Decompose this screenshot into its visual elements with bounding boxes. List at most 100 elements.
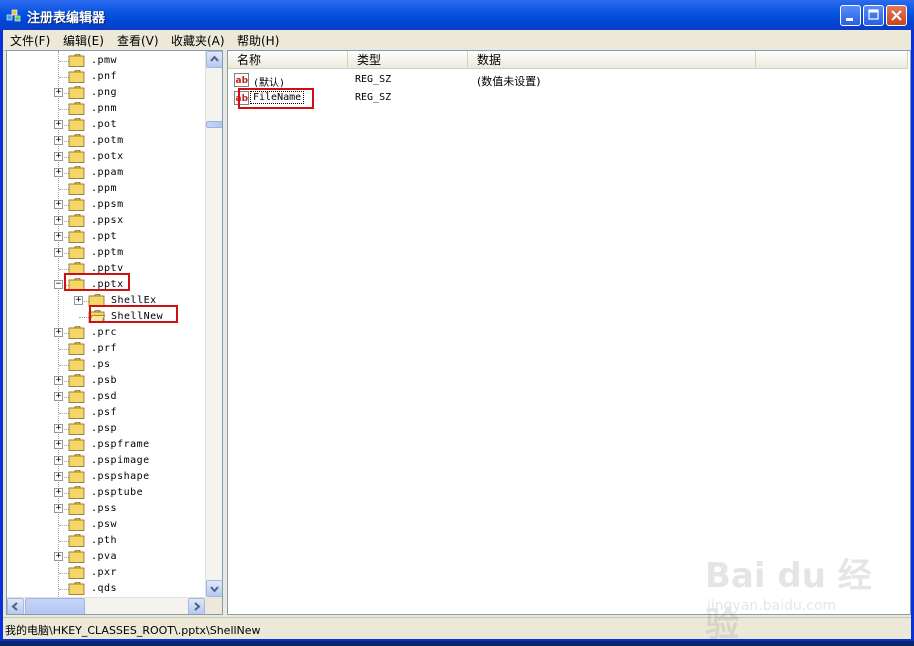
expand-toggle[interactable]: + (54, 472, 63, 481)
folder-icon (68, 150, 85, 163)
expand-toggle[interactable]: + (54, 376, 63, 385)
menu-file[interactable]: 文件(F) (10, 32, 50, 49)
expand-toggle[interactable]: + (54, 488, 63, 497)
tree-key[interactable]: .pnf (7, 69, 205, 85)
expand-toggle[interactable]: + (54, 136, 63, 145)
expand-toggle[interactable]: + (54, 88, 63, 97)
watermark-brand: Bai du 经验 (705, 556, 872, 645)
expand-toggle[interactable]: + (54, 200, 63, 209)
scroll-down-button[interactable] (206, 580, 222, 597)
tree-key[interactable]: + .pspimage (7, 453, 205, 469)
tree-key[interactable]: − .pptx (7, 273, 205, 293)
minimize-button[interactable] (840, 5, 861, 26)
expand-toggle[interactable]: + (54, 232, 63, 241)
expand-toggle[interactable]: + (54, 392, 63, 401)
expand-toggle[interactable]: + (54, 440, 63, 449)
expand-toggle[interactable]: + (54, 328, 63, 337)
tree-key[interactable]: .ps (7, 357, 205, 373)
expand-toggle[interactable]: + (54, 152, 63, 161)
tree-key[interactable]: + .ppam (7, 165, 205, 181)
tree-key[interactable]: + .pss (7, 501, 205, 517)
value-data: (数值未设置) (477, 75, 541, 88)
tree-key[interactable]: + .png (7, 85, 205, 101)
tree-subkey[interactable]: ShellNew (7, 305, 205, 325)
folder-icon (68, 550, 85, 563)
tree-key[interactable]: .psw (7, 517, 205, 533)
scroll-right-button[interactable] (188, 598, 205, 614)
tree-key-label: .pspshape (91, 471, 150, 482)
vertical-scroll-thumb[interactable] (206, 121, 222, 128)
folder-icon (68, 390, 85, 403)
tree-key[interactable]: + .psd (7, 389, 205, 405)
tree-key[interactable]: + .ppt (7, 229, 205, 245)
tree-key[interactable]: + .prc (7, 325, 205, 341)
value-row-filename[interactable]: ab FileName REG_SZ (228, 89, 908, 107)
collapse-toggle[interactable]: − (54, 280, 63, 289)
tree-key[interactable]: + .potx (7, 149, 205, 165)
menu-favorites[interactable]: 收藏夹(A) (171, 32, 225, 49)
tree-key[interactable]: .prf (7, 341, 205, 357)
tree-key[interactable]: + .ppsx (7, 213, 205, 229)
tree-vertical-scrollbar[interactable] (205, 51, 222, 597)
menu-bar: 文件(F) 编辑(E) 查看(V) 收藏夹(A) 帮助(H) (3, 30, 911, 51)
tree-key-label: .pth (91, 535, 118, 546)
tree-key[interactable]: + .ppsm (7, 197, 205, 213)
expand-toggle[interactable]: + (74, 296, 83, 305)
tree-key-label: .pmw (91, 55, 118, 66)
expand-toggle[interactable]: + (54, 456, 63, 465)
tree-key-label: .pva (91, 551, 118, 562)
folder-icon (68, 86, 85, 99)
expand-toggle[interactable]: + (54, 424, 63, 433)
value-row-default[interactable]: ab (默认) REG_SZ (数值未设置) (228, 71, 908, 89)
column-header-type[interactable]: 类型 (348, 51, 468, 69)
tree-key-label: .psw (91, 519, 118, 530)
tree-key[interactable]: .pxr (7, 565, 205, 581)
expand-toggle[interactable]: + (54, 504, 63, 513)
tree-key[interactable]: .pmw (7, 53, 205, 69)
menu-help[interactable]: 帮助(H) (237, 32, 279, 49)
tree-key[interactable]: + .pptm (7, 245, 205, 261)
folder-icon (68, 182, 85, 195)
tree-key[interactable]: .pnm (7, 101, 205, 117)
expand-toggle[interactable]: + (54, 552, 63, 561)
tree-key[interactable]: + .psp (7, 421, 205, 437)
scroll-left-button[interactable] (7, 598, 24, 614)
tree-key[interactable]: + .psb (7, 373, 205, 389)
folder-icon (68, 246, 85, 259)
tree-key-label: .potm (91, 135, 124, 146)
tree-key[interactable]: .pth (7, 533, 205, 549)
expand-toggle[interactable]: + (54, 120, 63, 129)
expand-toggle[interactable]: + (54, 168, 63, 177)
menu-view[interactable]: 查看(V) (117, 32, 159, 49)
maximize-button[interactable] (863, 5, 884, 26)
tree-key-label: .prf (91, 343, 118, 354)
folder-icon (68, 374, 85, 387)
tree-key[interactable]: .qds (7, 581, 205, 597)
close-button[interactable] (886, 5, 907, 26)
expand-toggle[interactable]: + (54, 216, 63, 225)
scroll-up-button[interactable] (206, 51, 222, 68)
menu-edit[interactable]: 编辑(E) (63, 32, 104, 49)
horizontal-scroll-thumb[interactable] (25, 598, 85, 614)
tree-key[interactable]: + .potm (7, 133, 205, 149)
watermark: Bai du 经验 jingyan.baidu.com (705, 548, 875, 645)
column-header-filler (756, 51, 908, 69)
registry-key-tree[interactable]: .pmw .pnf + .png .pnm + .pot + .potm + .potx + .ppam… (6, 50, 223, 615)
tree-key[interactable]: + .pspframe (7, 437, 205, 453)
column-header-data[interactable]: 数据 (468, 51, 756, 69)
status-path: 我的电脑\HKEY_CLASSES_ROOT\.pptx\ShellNew (5, 624, 261, 637)
tree-key[interactable]: + .pspshape (7, 469, 205, 485)
tree-key[interactable]: .ppm (7, 181, 205, 197)
tree-horizontal-scrollbar[interactable] (7, 597, 205, 614)
title-bar[interactable]: 注册表编辑器 (0, 0, 914, 30)
registry-editor-window: 注册表编辑器 文件(F) 编辑(E) 查看(V) 收藏夹(A) 帮助(H) .p… (0, 0, 914, 645)
window-title: 注册表编辑器 (27, 11, 106, 26)
tree-key[interactable]: + .psptube (7, 485, 205, 501)
tree-key[interactable]: + .pot (7, 117, 205, 133)
value-list[interactable]: 名称 类型 数据 ab (默认) REG_SZ (数值未设置) ab FileN… (227, 50, 911, 615)
expand-toggle[interactable]: + (54, 248, 63, 257)
column-header-name[interactable]: 名称 (228, 51, 348, 69)
tree-key[interactable]: + .pva (7, 549, 205, 565)
tree-key[interactable]: .psf (7, 405, 205, 421)
svg-text:ab: ab (236, 76, 249, 86)
